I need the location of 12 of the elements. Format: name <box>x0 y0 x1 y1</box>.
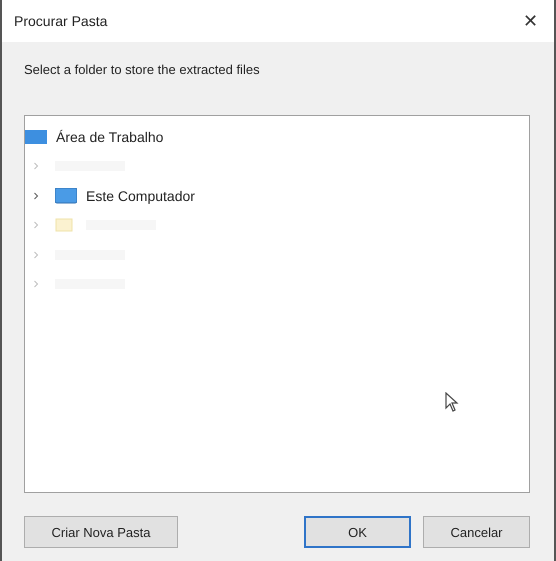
new-folder-button[interactable]: Criar Nova Pasta <box>24 516 178 548</box>
ok-button[interactable]: OK <box>304 516 411 548</box>
instruction-text: Select a folder to store the extracted files <box>24 62 261 77</box>
tree-item[interactable]: Área de Trabalho <box>56 128 164 145</box>
cancel-button[interactable]: Cancelar <box>423 516 530 548</box>
mouse-pointer-icon <box>445 392 459 412</box>
monitor-icon <box>55 188 77 204</box>
tree-item[interactable]: Este Computador <box>86 188 195 204</box>
desktop-icon <box>25 128 47 145</box>
chevron-icon[interactable] <box>33 192 39 200</box>
close-button[interactable]: ✕ <box>517 8 544 34</box>
window-title: Procurar Pasta <box>14 13 108 29</box>
